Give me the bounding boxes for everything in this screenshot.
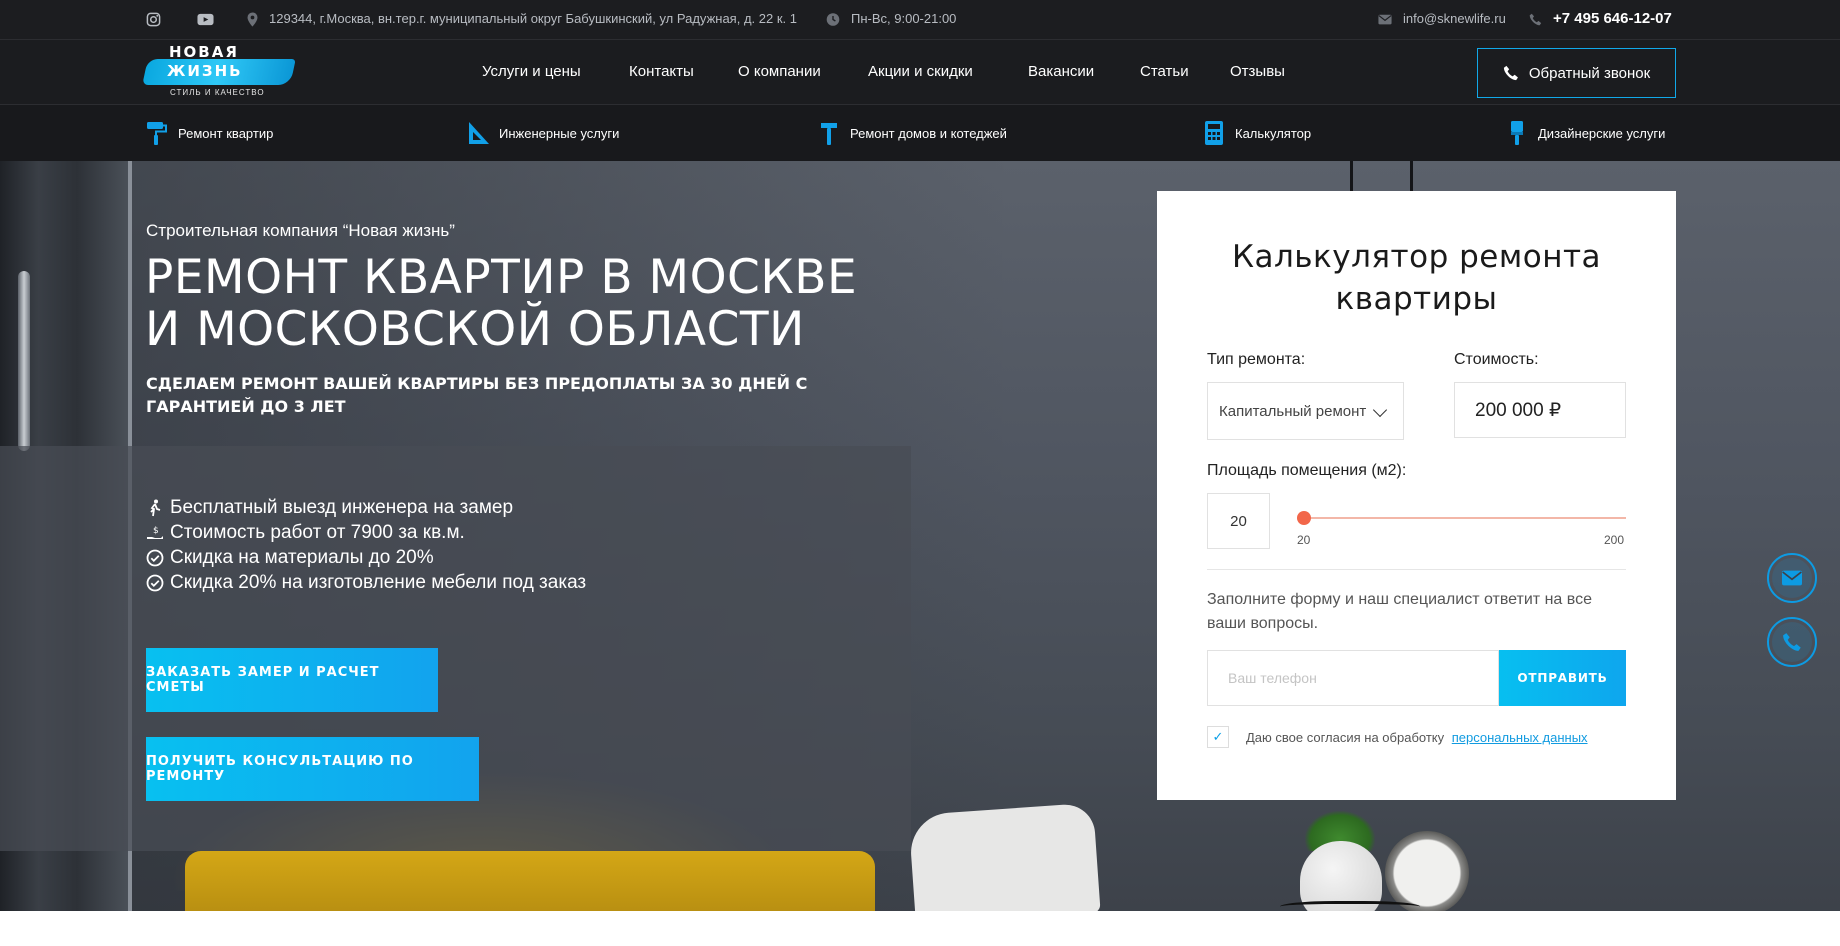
- callback-button[interactable]: Обратный звонок: [1477, 48, 1676, 98]
- feature-item: $ Стоимость работ от 7900 за кв.м.: [146, 522, 465, 544]
- category-design[interactable]: Дизайнерские услуги: [1506, 119, 1665, 147]
- hammer-icon: [821, 123, 837, 145]
- check-circle-icon: [146, 574, 164, 592]
- repair-calculator-form: Калькулятор ремонта квартиры Тип ремонта…: [1157, 191, 1676, 800]
- mail-icon: [1782, 570, 1802, 586]
- clock-icon: [826, 13, 840, 26]
- logo-line1: НОВАЯ: [169, 43, 239, 61]
- divider: [1207, 569, 1626, 570]
- page-bottom-strip: [0, 911, 1840, 946]
- feature-text: Скидка на материалы до 20%: [170, 547, 434, 568]
- feature-item: Бесплатный выезд инженера на замер: [146, 497, 513, 519]
- personal-data-link[interactable]: персональных данных: [1452, 730, 1588, 745]
- repair-type-value: Капитальный ремонт: [1219, 402, 1367, 420]
- nav-vacancies[interactable]: Вакансии: [1028, 63, 1094, 80]
- floating-mail-button[interactable]: [1767, 553, 1817, 603]
- form-note: Заполните форму и наш специалист ответит…: [1207, 591, 1592, 632]
- pillow-image: [908, 802, 1101, 911]
- category-engineering[interactable]: Инженерные услуги: [467, 119, 619, 147]
- phone-icon: [1529, 13, 1542, 26]
- decor-pole: [1410, 161, 1413, 191]
- cost-output: 200 000 ₽: [1454, 382, 1626, 438]
- paint-brush-icon: [1511, 121, 1523, 145]
- cost-label: Стоимость:: [1454, 351, 1539, 368]
- category-calculator[interactable]: Калькулятор: [1203, 119, 1311, 147]
- calculator-title-line1: Калькулятор ремонта: [1231, 239, 1602, 275]
- area-slider-thumb[interactable]: [1297, 511, 1311, 525]
- hero-title-line1: РЕМОНТ КВАРТИР В МОСКВЕ: [145, 250, 858, 305]
- category-label: Ремонт квартир: [178, 125, 274, 141]
- decor-pole: [1350, 161, 1353, 191]
- hours-text: Пн-Вс, 9:00-21:00: [851, 11, 957, 26]
- calculator-title: Калькулятор ремонта квартиры: [1157, 236, 1676, 320]
- floating-phone-inner: [1772, 622, 1812, 662]
- floating-phone-button[interactable]: [1767, 617, 1817, 667]
- category-label: Ремонт домов и котеджей: [850, 125, 1007, 141]
- nav-articles[interactable]: Статьи: [1140, 63, 1189, 80]
- get-consultation-button[interactable]: ПОЛУЧИТЬ КОНСУЛЬТАЦИЮ ПО РЕМОНТУ: [146, 737, 479, 801]
- feature-text: Бесплатный выезд инженера на замер: [170, 497, 514, 518]
- consent-text: Даю свое согласия на обработку персональ…: [1246, 730, 1588, 745]
- svg-text:$: $: [153, 526, 159, 536]
- hero-title-line2: И МОСКОВСКОЙ ОБЛАСТИ: [145, 302, 805, 357]
- order-measure-button[interactable]: ЗАКАЗАТЬ ЗАМЕР И РАСЧЕТ СМЕТЫ: [146, 648, 438, 712]
- top-bar: 129344, г.Москва, вн.тер.г. муниципальны…: [0, 0, 1840, 40]
- nav-services[interactable]: Услуги и цены: [482, 63, 581, 80]
- phone-icon: [1503, 65, 1518, 81]
- ruler-triangle-icon: [469, 122, 489, 144]
- category-label: Дизайнерские услуги: [1538, 125, 1666, 141]
- phone-input[interactable]: Ваш телефон: [1207, 650, 1499, 706]
- send-button[interactable]: ОТПРАВИТЬ: [1499, 650, 1626, 706]
- email-link[interactable]: info@sknewlife.ru: [1403, 11, 1506, 26]
- logo-line2: ЖИЗНЬ: [167, 62, 243, 80]
- repair-type-select[interactable]: Капитальный ремонт: [1207, 382, 1404, 440]
- logo[interactable]: НОВАЯ ЖИЗНЬ СТИЛЬ И КАЧЕСТВО: [142, 43, 296, 102]
- nav-reviews[interactable]: Отзывы: [1230, 63, 1285, 80]
- check-circle-icon: [146, 549, 164, 567]
- glasses-image: [1280, 901, 1420, 911]
- hero-tagline: СДЕЛАЕМ РЕМОНТ ВАШЕЙ КВАРТИРЫ БЕЗ ПРЕДОП…: [146, 374, 808, 416]
- area-slider-track[interactable]: [1304, 517, 1626, 519]
- nav-contacts[interactable]: Контакты: [629, 63, 694, 80]
- phone-link[interactable]: +7 495 646-12-07: [1553, 10, 1672, 27]
- callback-label: Обратный звонок: [1528, 64, 1651, 82]
- area-input[interactable]: 20: [1207, 493, 1270, 549]
- instagram-icon[interactable]: [146, 12, 161, 27]
- category-label: Инженерные услуги: [499, 125, 620, 141]
- consent-checkbox[interactable]: ✓: [1207, 726, 1229, 748]
- category-apartment-repair[interactable]: Ремонт квартир: [146, 119, 273, 147]
- chevron-down-icon: [1372, 402, 1388, 418]
- feature-item: Скидка 20% на изготовление мебели под за…: [146, 572, 586, 594]
- nav-promotions[interactable]: Акции и скидки: [868, 63, 973, 80]
- location-icon: [247, 12, 258, 27]
- door-handle: [18, 271, 30, 451]
- address-text: 129344, г.Москва, вн.тер.г. муниципальны…: [269, 11, 797, 26]
- walking-person-icon: [150, 499, 161, 517]
- slider-max-label: 200: [1604, 533, 1625, 547]
- feature-item: Скидка на материалы до 20%: [146, 547, 434, 569]
- slider-min-label: 20: [1297, 533, 1311, 547]
- paint-roller-icon: [147, 122, 167, 145]
- area-label: Площадь помещения (м2):: [1207, 462, 1407, 479]
- floating-mail-inner: [1772, 558, 1812, 598]
- youtube-icon[interactable]: [197, 12, 214, 27]
- repair-type-label: Тип ремонта:: [1207, 351, 1306, 368]
- phone-icon: [1783, 633, 1801, 651]
- calculator-icon: [1205, 121, 1223, 145]
- category-houses[interactable]: Ремонт домов и котеджей: [818, 119, 1007, 147]
- clock-image: [1385, 831, 1469, 911]
- calculator-title-line2: квартиры: [1335, 281, 1498, 317]
- mail-icon: [1378, 14, 1392, 25]
- consent-label: Даю свое согласия на обработку: [1246, 730, 1445, 745]
- feature-text: Скидка 20% на изготовление мебели под за…: [170, 572, 587, 593]
- sofa-image: [185, 851, 875, 911]
- feature-text: Стоимость работ от 7900 за кв.м.: [170, 522, 465, 543]
- category-label: Калькулятор: [1235, 125, 1312, 141]
- nav-about[interactable]: О компании: [738, 63, 821, 80]
- logo-tagline: СТИЛЬ И КАЧЕСТВО: [170, 88, 265, 97]
- hand-coin-icon: $: [147, 526, 163, 539]
- hero-subtitle: Строительная компания “Новая жизнь”: [146, 221, 455, 240]
